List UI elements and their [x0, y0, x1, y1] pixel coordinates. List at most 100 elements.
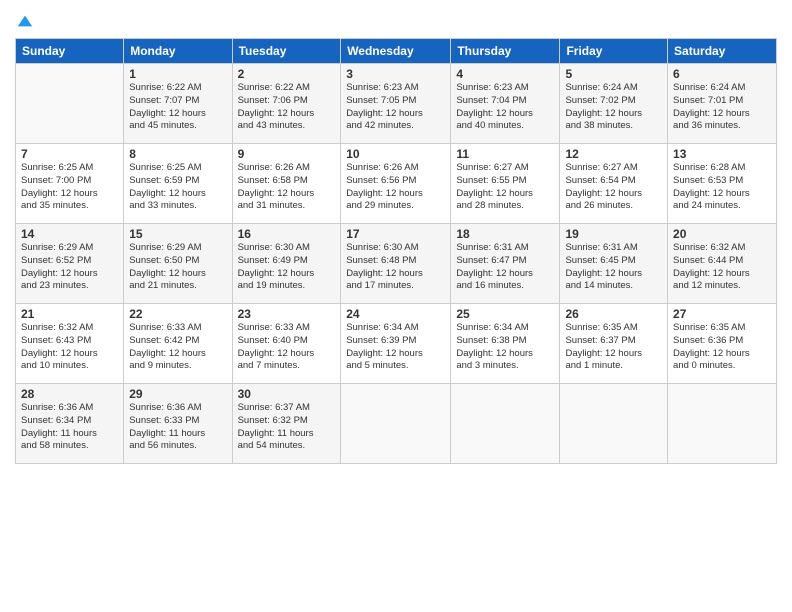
calendar-cell [451, 384, 560, 464]
day-info: Sunrise: 6:34 AM Sunset: 6:38 PM Dayligh… [456, 322, 554, 373]
day-info: Sunrise: 6:35 AM Sunset: 6:36 PM Dayligh… [673, 322, 771, 373]
day-info: Sunrise: 6:27 AM Sunset: 6:54 PM Dayligh… [565, 162, 662, 213]
weekday-header: Thursday [451, 39, 560, 64]
calendar-cell: 30Sunrise: 6:37 AM Sunset: 6:32 PM Dayli… [232, 384, 341, 464]
day-info: Sunrise: 6:23 AM Sunset: 7:05 PM Dayligh… [346, 82, 445, 133]
day-number: 18 [456, 227, 554, 241]
day-info: Sunrise: 6:30 AM Sunset: 6:48 PM Dayligh… [346, 242, 445, 293]
day-info: Sunrise: 6:36 AM Sunset: 6:33 PM Dayligh… [129, 402, 226, 453]
calendar-cell: 21Sunrise: 6:32 AM Sunset: 6:43 PM Dayli… [16, 304, 124, 384]
day-info: Sunrise: 6:24 AM Sunset: 7:01 PM Dayligh… [673, 82, 771, 133]
day-info: Sunrise: 6:33 AM Sunset: 6:42 PM Dayligh… [129, 322, 226, 373]
calendar-cell: 11Sunrise: 6:27 AM Sunset: 6:55 PM Dayli… [451, 144, 560, 224]
day-number: 5 [565, 67, 662, 81]
day-number: 17 [346, 227, 445, 241]
day-number: 27 [673, 307, 771, 321]
day-number: 30 [238, 387, 336, 401]
calendar-cell: 29Sunrise: 6:36 AM Sunset: 6:33 PM Dayli… [124, 384, 232, 464]
calendar-cell: 12Sunrise: 6:27 AM Sunset: 6:54 PM Dayli… [560, 144, 668, 224]
day-number: 4 [456, 67, 554, 81]
day-number: 3 [346, 67, 445, 81]
day-info: Sunrise: 6:28 AM Sunset: 6:53 PM Dayligh… [673, 162, 771, 213]
calendar-cell [341, 384, 451, 464]
day-number: 14 [21, 227, 118, 241]
day-number: 24 [346, 307, 445, 321]
day-number: 12 [565, 147, 662, 161]
weekday-header: Sunday [16, 39, 124, 64]
day-number: 7 [21, 147, 118, 161]
day-info: Sunrise: 6:33 AM Sunset: 6:40 PM Dayligh… [238, 322, 336, 373]
calendar-cell: 14Sunrise: 6:29 AM Sunset: 6:52 PM Dayli… [16, 224, 124, 304]
day-info: Sunrise: 6:32 AM Sunset: 6:44 PM Dayligh… [673, 242, 771, 293]
day-info: Sunrise: 6:30 AM Sunset: 6:49 PM Dayligh… [238, 242, 336, 293]
day-number: 25 [456, 307, 554, 321]
day-info: Sunrise: 6:34 AM Sunset: 6:39 PM Dayligh… [346, 322, 445, 373]
calendar-table: SundayMondayTuesdayWednesdayThursdayFrid… [15, 38, 777, 464]
day-info: Sunrise: 6:24 AM Sunset: 7:02 PM Dayligh… [565, 82, 662, 133]
day-info: Sunrise: 6:26 AM Sunset: 6:58 PM Dayligh… [238, 162, 336, 213]
calendar-cell: 10Sunrise: 6:26 AM Sunset: 6:56 PM Dayli… [341, 144, 451, 224]
day-info: Sunrise: 6:26 AM Sunset: 6:56 PM Dayligh… [346, 162, 445, 213]
logo-icon [16, 12, 34, 30]
calendar-cell: 1Sunrise: 6:22 AM Sunset: 7:07 PM Daylig… [124, 64, 232, 144]
weekday-header: Wednesday [341, 39, 451, 64]
day-number: 26 [565, 307, 662, 321]
calendar-cell: 22Sunrise: 6:33 AM Sunset: 6:42 PM Dayli… [124, 304, 232, 384]
day-number: 1 [129, 67, 226, 81]
calendar-cell: 26Sunrise: 6:35 AM Sunset: 6:37 PM Dayli… [560, 304, 668, 384]
calendar-cell: 3Sunrise: 6:23 AM Sunset: 7:05 PM Daylig… [341, 64, 451, 144]
day-info: Sunrise: 6:29 AM Sunset: 6:50 PM Dayligh… [129, 242, 226, 293]
calendar-cell [16, 64, 124, 144]
day-info: Sunrise: 6:37 AM Sunset: 6:32 PM Dayligh… [238, 402, 336, 453]
day-number: 10 [346, 147, 445, 161]
day-info: Sunrise: 6:25 AM Sunset: 7:00 PM Dayligh… [21, 162, 118, 213]
calendar-week-row: 28Sunrise: 6:36 AM Sunset: 6:34 PM Dayli… [16, 384, 777, 464]
main-container: SundayMondayTuesdayWednesdayThursdayFrid… [0, 0, 792, 474]
calendar-week-row: 21Sunrise: 6:32 AM Sunset: 6:43 PM Dayli… [16, 304, 777, 384]
calendar-cell [668, 384, 777, 464]
calendar-cell: 9Sunrise: 6:26 AM Sunset: 6:58 PM Daylig… [232, 144, 341, 224]
calendar-cell: 19Sunrise: 6:31 AM Sunset: 6:45 PM Dayli… [560, 224, 668, 304]
day-number: 20 [673, 227, 771, 241]
calendar-cell: 4Sunrise: 6:23 AM Sunset: 7:04 PM Daylig… [451, 64, 560, 144]
calendar-cell: 17Sunrise: 6:30 AM Sunset: 6:48 PM Dayli… [341, 224, 451, 304]
calendar-cell [560, 384, 668, 464]
day-number: 28 [21, 387, 118, 401]
logo [15, 14, 34, 30]
day-info: Sunrise: 6:29 AM Sunset: 6:52 PM Dayligh… [21, 242, 118, 293]
day-info: Sunrise: 6:27 AM Sunset: 6:55 PM Dayligh… [456, 162, 554, 213]
calendar-cell: 27Sunrise: 6:35 AM Sunset: 6:36 PM Dayli… [668, 304, 777, 384]
day-number: 8 [129, 147, 226, 161]
day-info: Sunrise: 6:35 AM Sunset: 6:37 PM Dayligh… [565, 322, 662, 373]
calendar-cell: 15Sunrise: 6:29 AM Sunset: 6:50 PM Dayli… [124, 224, 232, 304]
calendar-week-row: 7Sunrise: 6:25 AM Sunset: 7:00 PM Daylig… [16, 144, 777, 224]
day-info: Sunrise: 6:31 AM Sunset: 6:45 PM Dayligh… [565, 242, 662, 293]
weekday-header: Saturday [668, 39, 777, 64]
day-number: 15 [129, 227, 226, 241]
day-number: 13 [673, 147, 771, 161]
day-number: 19 [565, 227, 662, 241]
calendar-cell: 13Sunrise: 6:28 AM Sunset: 6:53 PM Dayli… [668, 144, 777, 224]
day-info: Sunrise: 6:22 AM Sunset: 7:06 PM Dayligh… [238, 82, 336, 133]
day-info: Sunrise: 6:32 AM Sunset: 6:43 PM Dayligh… [21, 322, 118, 373]
day-number: 22 [129, 307, 226, 321]
day-info: Sunrise: 6:36 AM Sunset: 6:34 PM Dayligh… [21, 402, 118, 453]
day-info: Sunrise: 6:22 AM Sunset: 7:07 PM Dayligh… [129, 82, 226, 133]
calendar-week-row: 14Sunrise: 6:29 AM Sunset: 6:52 PM Dayli… [16, 224, 777, 304]
day-number: 2 [238, 67, 336, 81]
calendar-cell: 5Sunrise: 6:24 AM Sunset: 7:02 PM Daylig… [560, 64, 668, 144]
day-number: 6 [673, 67, 771, 81]
weekday-header: Friday [560, 39, 668, 64]
calendar-cell: 23Sunrise: 6:33 AM Sunset: 6:40 PM Dayli… [232, 304, 341, 384]
day-info: Sunrise: 6:23 AM Sunset: 7:04 PM Dayligh… [456, 82, 554, 133]
day-number: 23 [238, 307, 336, 321]
calendar-cell: 16Sunrise: 6:30 AM Sunset: 6:49 PM Dayli… [232, 224, 341, 304]
weekday-header: Tuesday [232, 39, 341, 64]
header [15, 10, 777, 30]
calendar-header-row: SundayMondayTuesdayWednesdayThursdayFrid… [16, 39, 777, 64]
day-info: Sunrise: 6:25 AM Sunset: 6:59 PM Dayligh… [129, 162, 226, 213]
calendar-cell: 18Sunrise: 6:31 AM Sunset: 6:47 PM Dayli… [451, 224, 560, 304]
day-number: 29 [129, 387, 226, 401]
calendar-cell: 2Sunrise: 6:22 AM Sunset: 7:06 PM Daylig… [232, 64, 341, 144]
calendar-cell: 28Sunrise: 6:36 AM Sunset: 6:34 PM Dayli… [16, 384, 124, 464]
